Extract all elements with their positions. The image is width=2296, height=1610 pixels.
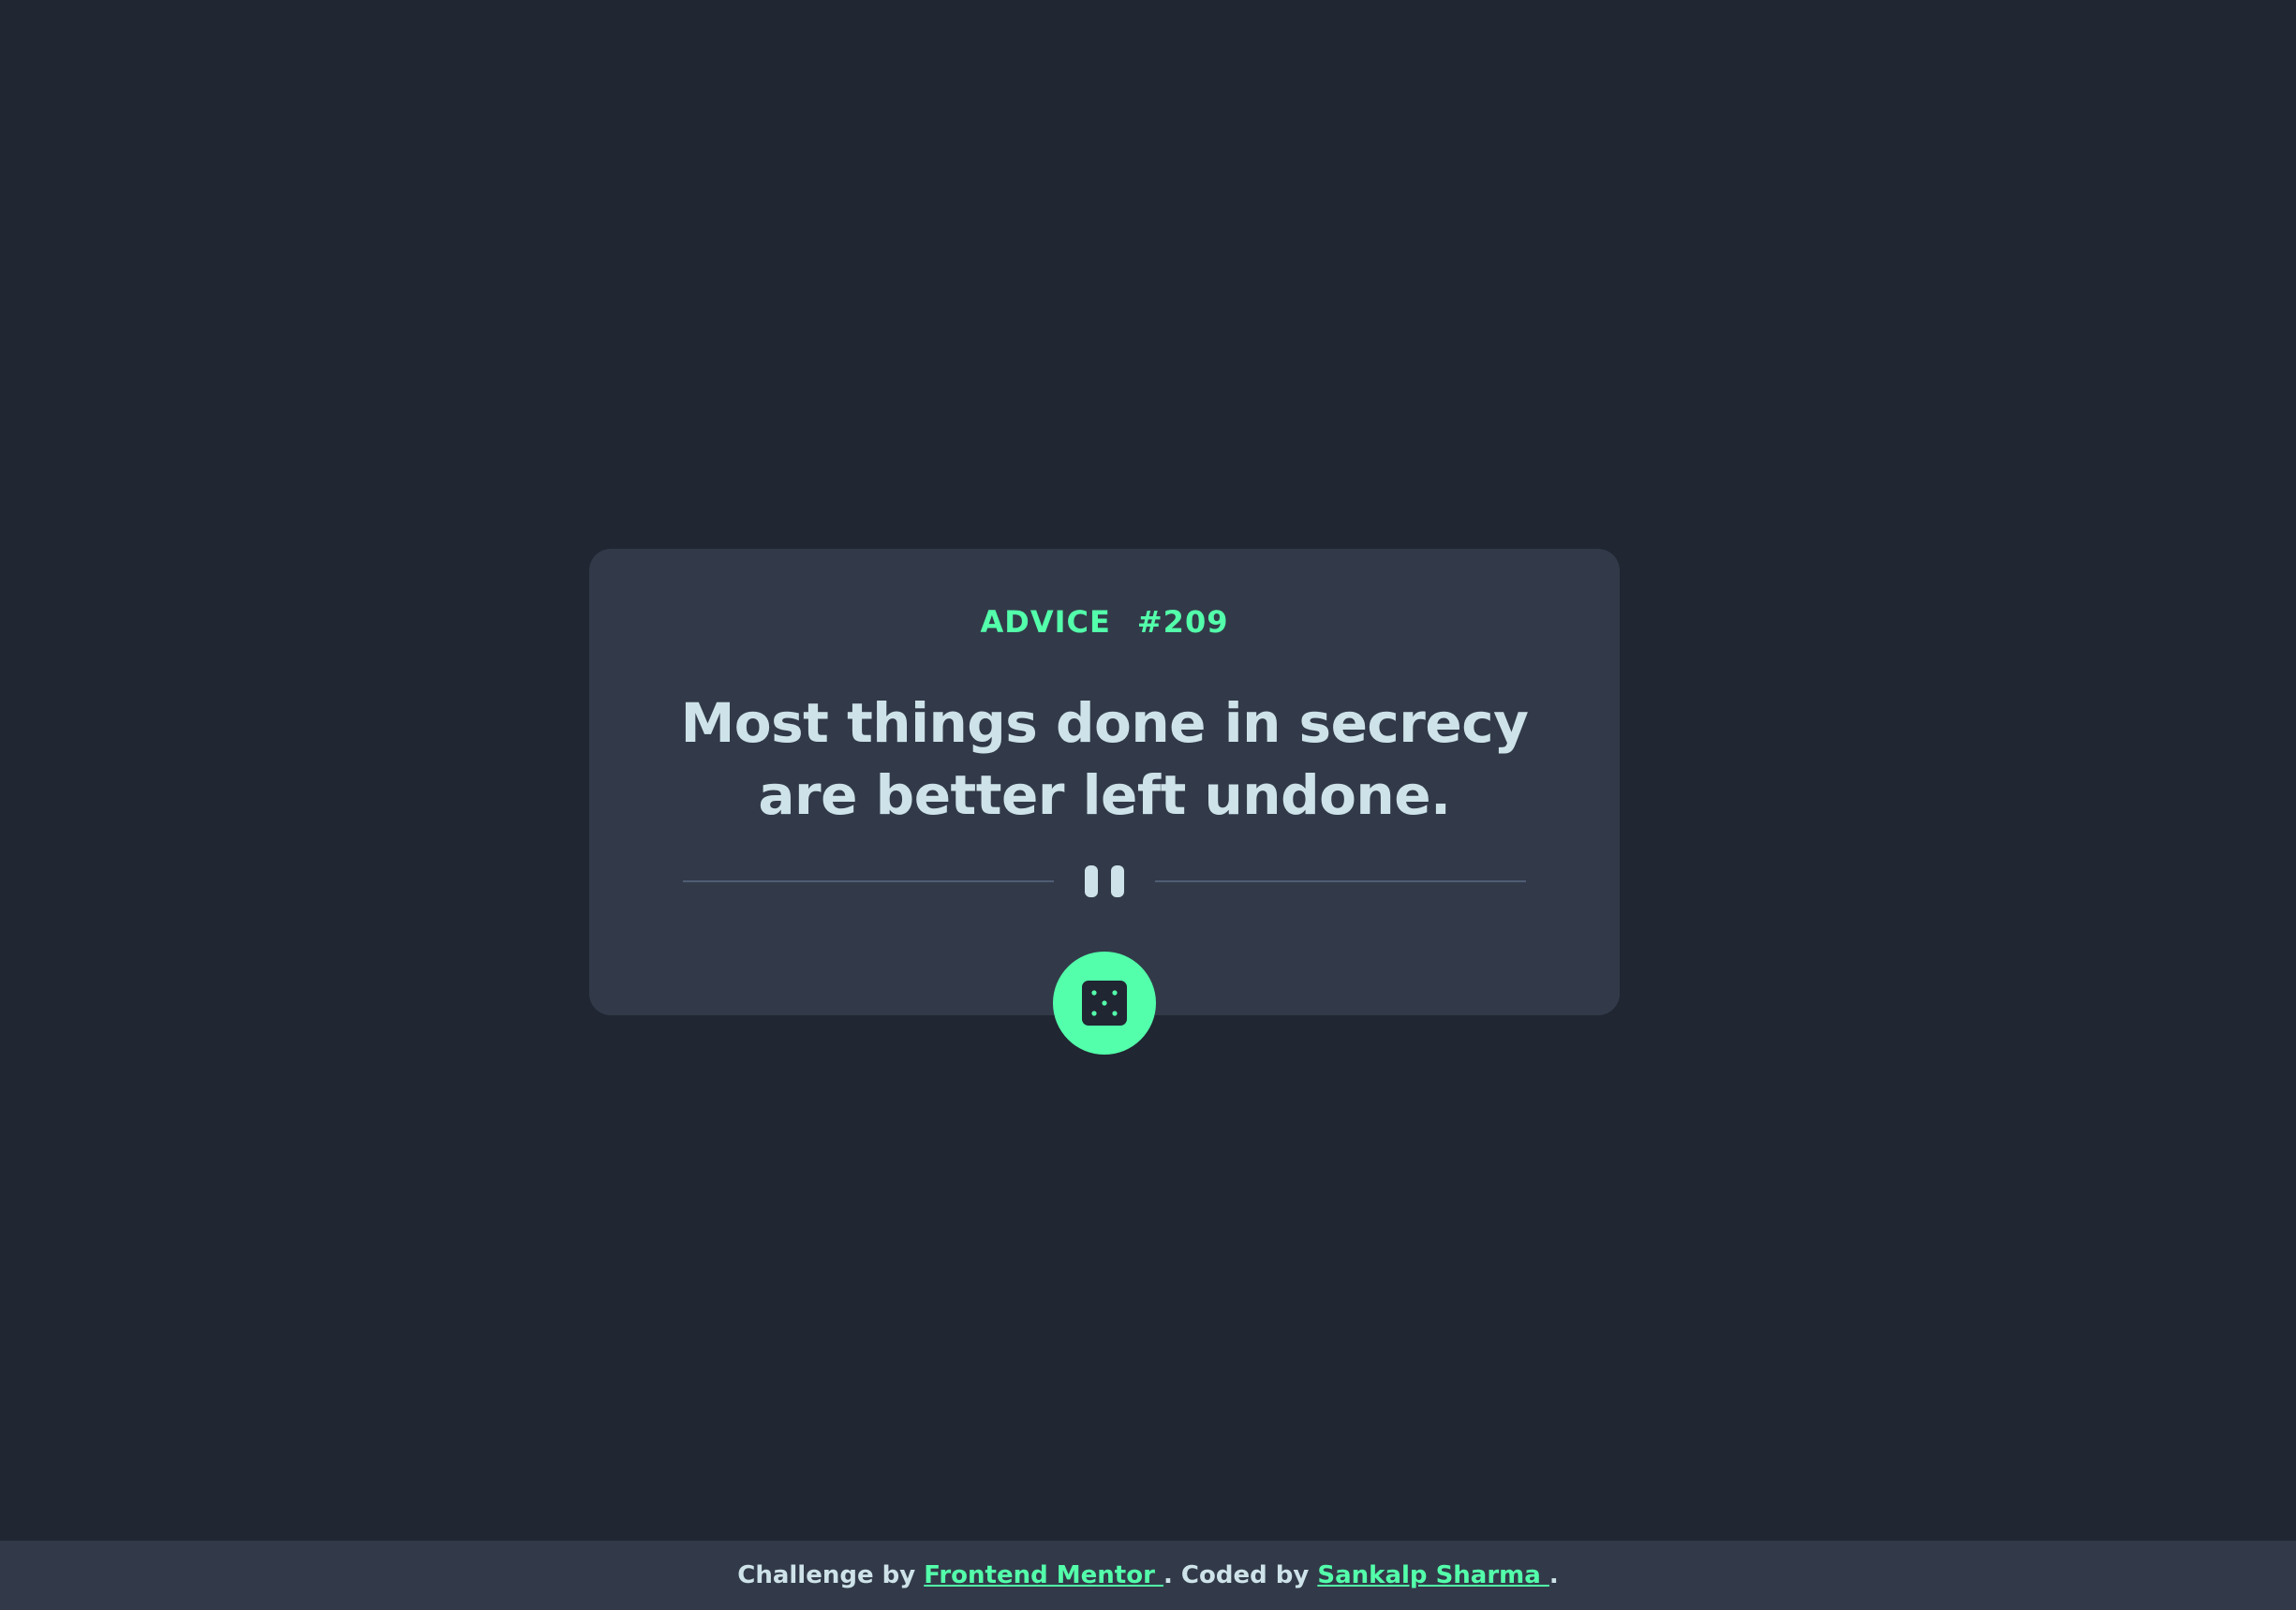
divider-line-left (683, 880, 1054, 882)
advice-id: ADVICE #209 (589, 607, 1620, 637)
footer-challenge-prefix: Challenge by (737, 1561, 925, 1589)
footer-suffix: . (1548, 1561, 1559, 1589)
page: ADVICE #209 Most things done in secrecy a… (0, 0, 2296, 1610)
frontend-mentor-link[interactable]: Frontend Mentor (924, 1561, 1163, 1589)
advice-number: #209 (1136, 604, 1229, 640)
advice-quote: Most things done in secrecy are better l… (680, 691, 1529, 827)
divider-line-right (1155, 880, 1526, 882)
advice-label: ADVICE (980, 604, 1111, 640)
author-link[interactable]: Sankalp Sharma (1317, 1561, 1548, 1589)
new-advice-button[interactable] (1053, 952, 1156, 1055)
dice-icon (1082, 981, 1127, 1026)
pattern-divider (683, 865, 1526, 897)
footer-coded-prefix: . Coded by (1163, 1561, 1318, 1589)
advice-card: ADVICE #209 Most things done in secrecy a… (589, 549, 1620, 1015)
attribution-footer: Challenge by Frontend Mentor . Coded by … (0, 1541, 2296, 1610)
pause-icon (1085, 865, 1124, 897)
